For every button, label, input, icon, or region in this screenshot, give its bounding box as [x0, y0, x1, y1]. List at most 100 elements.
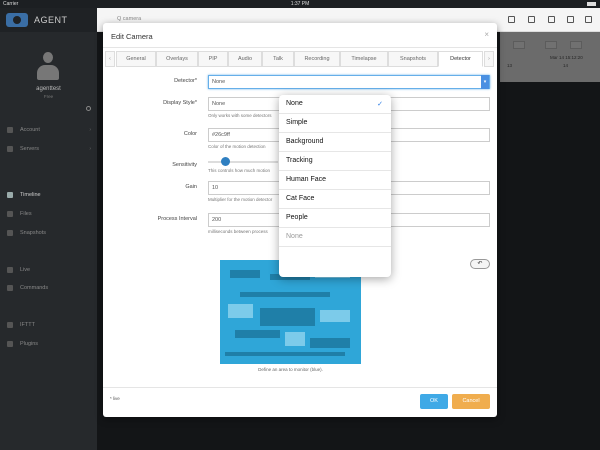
- sidebar-item-timeline[interactable]: Timeline: [0, 189, 97, 201]
- process-interval-help: milliseconds between process: [208, 229, 268, 234]
- tab-pip[interactable]: PIP: [198, 51, 228, 67]
- lock-icon[interactable]: [567, 16, 574, 23]
- dropdown-option-human-face[interactable]: Human Face: [279, 171, 391, 190]
- app-name: AGENT: [34, 15, 68, 25]
- ok-button[interactable]: OK: [420, 394, 448, 409]
- tab-snapshots[interactable]: Snapshots: [388, 51, 438, 67]
- clock: 1:37 PM: [290, 1, 310, 7]
- sensitivity-help: This controls how much motion: [208, 168, 271, 173]
- detector-label: Detector*: [174, 78, 197, 84]
- sidebar-item-label: Snapshots: [20, 230, 46, 236]
- user-name: agenttest: [36, 86, 61, 92]
- sidebar-item-snapshots[interactable]: Snapshots: [0, 227, 97, 239]
- dropdown-option-none[interactable]: None ✓: [279, 95, 391, 114]
- process-interval-value: 200: [212, 217, 222, 223]
- tab-next-arrow-icon[interactable]: ›: [484, 51, 494, 67]
- status-bar: Carrier 1:37 PM: [0, 0, 600, 8]
- tab-overlays[interactable]: Overlays: [156, 51, 198, 67]
- terminal-icon: [7, 285, 13, 291]
- display-style-label: Display Style*: [163, 100, 197, 106]
- bell-icon[interactable]: [528, 16, 535, 23]
- tab-audio[interactable]: Audio: [228, 51, 262, 67]
- camera-logo-icon: [6, 13, 28, 27]
- search-input[interactable]: Q camera: [117, 16, 141, 22]
- gain-help: Multiplier for the motion detector: [208, 197, 273, 202]
- dropdown-option-cat-face[interactable]: Cat Face: [279, 190, 391, 209]
- dropdown-option-background[interactable]: Background: [279, 133, 391, 152]
- divider: [103, 387, 497, 388]
- dropdown-option-none-disabled: None: [279, 228, 391, 247]
- modal-title: Edit Camera: [111, 32, 153, 41]
- sidebar-item-servers[interactable]: Servers ›: [0, 143, 97, 155]
- color-label: Color: [183, 131, 197, 137]
- chevron-right-icon: ›: [89, 146, 91, 152]
- option-label: Human Face: [286, 176, 327, 183]
- chevron-right-icon: ›: [89, 127, 91, 133]
- sidebar-item-live[interactable]: Live: [0, 264, 97, 276]
- process-interval-label: Process Interval: [157, 216, 197, 222]
- gain-label: Gain: [185, 184, 197, 190]
- option-label: None: [286, 233, 303, 240]
- live-note: * live: [110, 396, 120, 401]
- account-icon: [7, 127, 13, 133]
- sidebar: AGENT agenttest Free Account › Servers ›…: [0, 8, 97, 450]
- dropdown-option-people[interactable]: People: [279, 209, 391, 228]
- color-value: #26c9ff: [212, 132, 230, 138]
- tab-recording[interactable]: Recording: [294, 51, 340, 67]
- tab-detector[interactable]: Detector: [438, 51, 483, 67]
- sidebar-item-label: IFTTT: [20, 322, 35, 328]
- sensitivity-label: Sensitivity: [172, 162, 197, 168]
- sidebar-item-label: Files: [20, 211, 32, 217]
- sidebar-item-files[interactable]: Files: [0, 208, 97, 220]
- preview-caption: Define an area to monitor (blue).: [258, 367, 323, 372]
- dropdown-arrow-icon: ▾: [481, 75, 489, 89]
- refresh-icon[interactable]: [548, 16, 555, 23]
- sidebar-item-account[interactable]: Account ›: [0, 124, 97, 136]
- link-icon: [7, 322, 13, 328]
- sensitivity-slider-track[interactable]: [208, 161, 278, 163]
- dropdown-option-simple[interactable]: Simple: [279, 114, 391, 133]
- avatar: [36, 52, 60, 80]
- sidebar-item-label: Commands: [20, 285, 49, 291]
- sidebar-item-plugins[interactable]: Plugins: [0, 338, 97, 350]
- sidebar-item-label: Timeline: [20, 192, 41, 198]
- sensitivity-slider-handle[interactable]: [221, 157, 230, 166]
- tab-prev-arrow-icon[interactable]: ‹: [105, 51, 115, 67]
- close-icon[interactable]: ×: [484, 30, 489, 39]
- sidebar-item-ifttt[interactable]: IFTTT: [0, 319, 97, 331]
- settings-gear-icon[interactable]: [86, 106, 91, 111]
- detector-dropdown: None ✓ Simple Background Tracking Human …: [279, 95, 391, 277]
- option-label: Simple: [286, 119, 308, 126]
- user-role: Free: [43, 94, 54, 99]
- gain-value: 10: [212, 185, 219, 191]
- tab-bar: ‹ General Overlays PIP Audio Talk Record…: [103, 51, 497, 67]
- sidebar-item-label: Servers: [20, 146, 39, 152]
- video-icon: [7, 267, 13, 273]
- detector-value: None: [212, 79, 226, 85]
- display-style-help: Only works with some detectors: [208, 113, 272, 118]
- checkmark-icon: ✓: [377, 101, 383, 108]
- timeline-icon: [7, 192, 13, 198]
- detector-select[interactable]: None ▾: [208, 75, 490, 89]
- option-label: None: [286, 100, 303, 107]
- option-label: People: [286, 214, 308, 221]
- sidebar-item-label: Account: [20, 127, 40, 133]
- option-label: Cat Face: [286, 195, 315, 202]
- tab-general[interactable]: General: [116, 51, 156, 67]
- plugin-icon: [7, 341, 13, 347]
- sidebar-item-label: Plugins: [20, 341, 39, 347]
- dropdown-option-tracking[interactable]: Tracking: [279, 152, 391, 171]
- brand[interactable]: AGENT: [0, 8, 97, 32]
- divider: [103, 47, 497, 48]
- option-label: Tracking: [286, 157, 313, 164]
- grid-icon[interactable]: [508, 16, 515, 23]
- sidebar-item-commands[interactable]: Commands: [0, 282, 97, 294]
- share-icon[interactable]: [585, 16, 592, 23]
- tab-timelapse[interactable]: Timelapse: [340, 51, 388, 67]
- cancel-button[interactable]: Cancel: [452, 394, 490, 409]
- tab-talk[interactable]: Talk: [262, 51, 294, 67]
- camera-icon: [7, 230, 13, 236]
- undo-icon[interactable]: ↶: [470, 259, 490, 269]
- battery-icon: [585, 1, 596, 7]
- folder-icon: [7, 211, 13, 217]
